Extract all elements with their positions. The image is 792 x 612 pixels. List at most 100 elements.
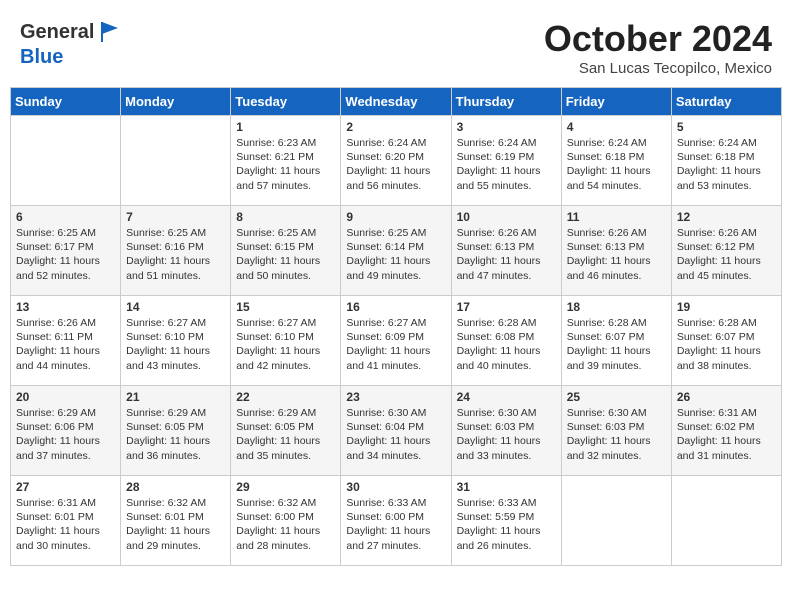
cell-info: Sunrise: 6:27 AMSunset: 6:09 PMDaylight:… — [346, 316, 445, 373]
table-row: 16 Sunrise: 6:27 AMSunset: 6:09 PMDayligh… — [341, 296, 451, 386]
cell-info: Sunrise: 6:24 AMSunset: 6:20 PMDaylight:… — [346, 136, 445, 193]
table-row: 12 Sunrise: 6:26 AMSunset: 6:12 PMDayligh… — [671, 206, 781, 296]
day-number: 25 — [567, 390, 666, 404]
day-number: 10 — [457, 210, 556, 224]
day-number: 5 — [677, 120, 776, 134]
logo: General Blue — [20, 18, 124, 69]
table-row: 27 Sunrise: 6:31 AMSunset: 6:01 PMDayligh… — [11, 476, 121, 566]
table-row: 5 Sunrise: 6:24 AMSunset: 6:18 PMDaylight… — [671, 116, 781, 206]
cell-info: Sunrise: 6:29 AMSunset: 6:05 PMDaylight:… — [126, 406, 225, 463]
day-number: 21 — [126, 390, 225, 404]
table-row: 20 Sunrise: 6:29 AMSunset: 6:06 PMDayligh… — [11, 386, 121, 476]
day-number: 24 — [457, 390, 556, 404]
cell-info: Sunrise: 6:25 AMSunset: 6:17 PMDaylight:… — [16, 226, 115, 283]
col-monday: Monday — [121, 88, 231, 116]
table-row: 17 Sunrise: 6:28 AMSunset: 6:08 PMDayligh… — [451, 296, 561, 386]
col-thursday: Thursday — [451, 88, 561, 116]
day-number: 15 — [236, 300, 335, 314]
table-row: 11 Sunrise: 6:26 AMSunset: 6:13 PMDayligh… — [561, 206, 671, 296]
cell-info: Sunrise: 6:32 AMSunset: 6:00 PMDaylight:… — [236, 496, 335, 553]
day-number: 27 — [16, 480, 115, 494]
table-row — [561, 476, 671, 566]
table-row: 2Sunrise: 6:24 AMSunset: 6:20 PMDaylight… — [341, 116, 451, 206]
table-row: 31 Sunrise: 6:33 AMSunset: 5:59 PMDayligh… — [451, 476, 561, 566]
table-row — [11, 116, 121, 206]
location: San Lucas Tecopilco, Mexico — [544, 60, 772, 77]
table-row: 29Sunrise: 6:32 AMSunset: 6:00 PMDayligh… — [231, 476, 341, 566]
day-number: 12 — [677, 210, 776, 224]
table-row: 7 Sunrise: 6:25 AMSunset: 6:16 PMDaylight… — [121, 206, 231, 296]
table-row: 14 Sunrise: 6:27 AMSunset: 6:10 PMDayligh… — [121, 296, 231, 386]
day-number: 8 — [236, 210, 335, 224]
cell-info: Sunrise: 6:26 AMSunset: 6:13 PMDaylight:… — [457, 226, 556, 283]
day-number: 31 — [457, 480, 556, 494]
cell-info: Sunrise: 6:23 AMSunset: 6:21 PMDaylight:… — [236, 136, 335, 193]
cell-info: Sunrise: 6:31 AMSunset: 6:02 PMDaylight:… — [677, 406, 776, 463]
calendar-week-row: 13 Sunrise: 6:26 AMSunset: 6:11 PMDayligh… — [11, 296, 782, 386]
cell-info: Sunrise: 6:26 AMSunset: 6:12 PMDaylight:… — [677, 226, 776, 283]
cell-info: Sunrise: 6:24 AMSunset: 6:18 PMDaylight:… — [677, 136, 776, 193]
table-row: 10 Sunrise: 6:26 AMSunset: 6:13 PMDayligh… — [451, 206, 561, 296]
day-number: 7 — [126, 210, 225, 224]
cell-info: Sunrise: 6:25 AMSunset: 6:15 PMDaylight:… — [236, 226, 335, 283]
day-number: 26 — [677, 390, 776, 404]
col-sunday: Sunday — [11, 88, 121, 116]
table-row: 19 Sunrise: 6:28 AMSunset: 6:07 PMDayligh… — [671, 296, 781, 386]
cell-info: Sunrise: 6:28 AMSunset: 6:07 PMDaylight:… — [677, 316, 776, 373]
day-number: 16 — [346, 300, 445, 314]
day-number: 23 — [346, 390, 445, 404]
day-number: 13 — [16, 300, 115, 314]
cell-info: Sunrise: 6:32 AMSunset: 6:01 PMDaylight:… — [126, 496, 225, 553]
col-tuesday: Tuesday — [231, 88, 341, 116]
cell-info: Sunrise: 6:28 AMSunset: 6:08 PMDaylight:… — [457, 316, 556, 373]
day-number: 30 — [346, 480, 445, 494]
day-number: 28 — [126, 480, 225, 494]
table-row — [671, 476, 781, 566]
day-number: 11 — [567, 210, 666, 224]
table-row: 4Sunrise: 6:24 AMSunset: 6:18 PMDaylight… — [561, 116, 671, 206]
day-number: 17 — [457, 300, 556, 314]
day-number: 9 — [346, 210, 445, 224]
cell-info: Sunrise: 6:25 AMSunset: 6:16 PMDaylight:… — [126, 226, 225, 283]
cell-info: Sunrise: 6:24 AMSunset: 6:19 PMDaylight:… — [457, 136, 556, 193]
day-number: 14 — [126, 300, 225, 314]
logo-flag-icon — [96, 18, 124, 46]
table-row: 26 Sunrise: 6:31 AMSunset: 6:02 PMDayligh… — [671, 386, 781, 476]
calendar-week-row: 27 Sunrise: 6:31 AMSunset: 6:01 PMDayligh… — [11, 476, 782, 566]
cell-info: Sunrise: 6:33 AMSunset: 5:59 PMDaylight:… — [457, 496, 556, 553]
day-number: 18 — [567, 300, 666, 314]
cell-info: Sunrise: 6:26 AMSunset: 6:13 PMDaylight:… — [567, 226, 666, 283]
table-row: 6Sunrise: 6:25 AMSunset: 6:17 PMDaylight… — [11, 206, 121, 296]
calendar-header-row: Sunday Monday Tuesday Wednesday Thursday… — [11, 88, 782, 116]
table-row: 25Sunrise: 6:30 AMSunset: 6:03 PMDayligh… — [561, 386, 671, 476]
day-number: 1 — [236, 120, 335, 134]
table-row: 3 Sunrise: 6:24 AMSunset: 6:19 PMDaylight… — [451, 116, 561, 206]
cell-info: Sunrise: 6:24 AMSunset: 6:18 PMDaylight:… — [567, 136, 666, 193]
table-row: 23 Sunrise: 6:30 AMSunset: 6:04 PMDayligh… — [341, 386, 451, 476]
day-number: 19 — [677, 300, 776, 314]
cell-info: Sunrise: 6:30 AMSunset: 6:04 PMDaylight:… — [346, 406, 445, 463]
day-number: 20 — [16, 390, 115, 404]
col-wednesday: Wednesday — [341, 88, 451, 116]
cell-info: Sunrise: 6:29 AMSunset: 6:05 PMDaylight:… — [236, 406, 335, 463]
table-row — [121, 116, 231, 206]
table-row: 1 Sunrise: 6:23 AMSunset: 6:21 PMDaylight… — [231, 116, 341, 206]
cell-info: Sunrise: 6:26 AMSunset: 6:11 PMDaylight:… — [16, 316, 115, 373]
table-row: 28 Sunrise: 6:32 AMSunset: 6:01 PMDayligh… — [121, 476, 231, 566]
logo-blue: Blue — [20, 46, 124, 69]
table-row: 13 Sunrise: 6:26 AMSunset: 6:11 PMDayligh… — [11, 296, 121, 386]
calendar-week-row: 1 Sunrise: 6:23 AMSunset: 6:21 PMDaylight… — [11, 116, 782, 206]
calendar-week-row: 6Sunrise: 6:25 AMSunset: 6:17 PMDaylight… — [11, 206, 782, 296]
cell-info: Sunrise: 6:25 AMSunset: 6:14 PMDaylight:… — [346, 226, 445, 283]
col-friday: Friday — [561, 88, 671, 116]
calendar-table: Sunday Monday Tuesday Wednesday Thursday… — [10, 87, 782, 566]
table-row: 22Sunrise: 6:29 AMSunset: 6:05 PMDayligh… — [231, 386, 341, 476]
month-title: October 2024 — [544, 18, 772, 60]
col-saturday: Saturday — [671, 88, 781, 116]
cell-info: Sunrise: 6:31 AMSunset: 6:01 PMDaylight:… — [16, 496, 115, 553]
cell-info: Sunrise: 6:29 AMSunset: 6:06 PMDaylight:… — [16, 406, 115, 463]
cell-info: Sunrise: 6:27 AMSunset: 6:10 PMDaylight:… — [126, 316, 225, 373]
table-row: 8 Sunrise: 6:25 AMSunset: 6:15 PMDaylight… — [231, 206, 341, 296]
cell-info: Sunrise: 6:30 AMSunset: 6:03 PMDaylight:… — [457, 406, 556, 463]
day-number: 3 — [457, 120, 556, 134]
